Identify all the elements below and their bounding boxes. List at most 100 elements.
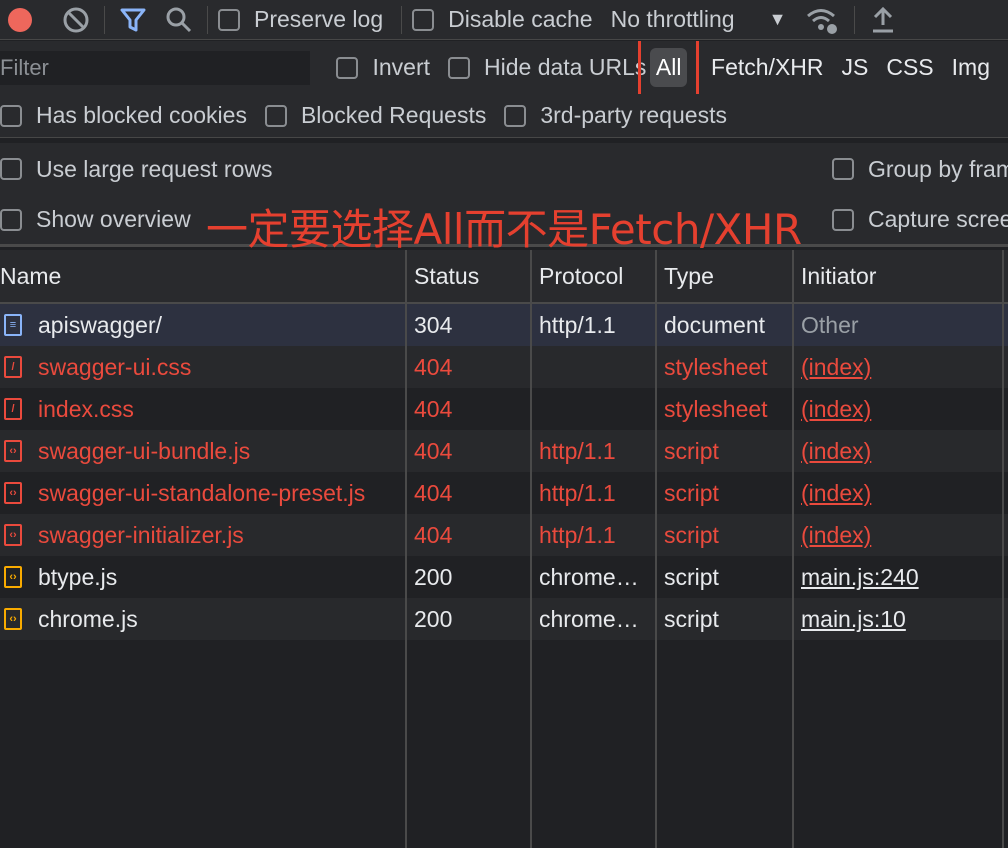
third-party-requests-checkbox[interactable]: 3rd-party requests [504,102,727,129]
cell-status: 404 [414,437,453,464]
column-header-status[interactable]: Status [406,263,531,290]
type-filter-all[interactable]: All [638,41,700,94]
cell-initiator[interactable]: main.js:10 [793,598,1008,640]
toolbar-divider [854,5,856,34]
initiator-link[interactable]: main.js:240 [801,564,919,591]
table-row[interactable]: ‹› swagger-ui-standalone-preset.js 404 http… [0,472,1008,514]
cell-type: stylesheet [664,395,768,422]
cell-initiator[interactable]: (index) [793,472,1008,514]
capture-screenshots-label: Capture screenshots [868,206,1008,232]
large-request-rows-checkbox[interactable]: Use large request rows [0,156,273,183]
show-overview-checkbox[interactable]: Show overview [0,206,191,233]
initiator-link[interactable]: (index) [801,438,871,465]
chevron-down-icon: ▼ [768,9,787,29]
checkbox-box[interactable] [448,56,470,79]
cell-initiator[interactable]: (index) [793,388,1008,430]
cell-name[interactable]: ‹› swagger-ui-bundle.js [0,430,406,472]
table-row[interactable]: / index.css 404 stylesheet (index) [0,388,1008,430]
initiator-link[interactable]: (index) [801,522,871,549]
network-conditions-icon[interactable] [804,2,840,38]
request-table: Name Status Protocol Type Initiator ≡ api… [0,250,1008,848]
cell-protocol: chrome… [539,605,639,632]
capture-screenshots-checkbox[interactable]: Capture screenshots [832,206,1008,233]
type-filter-img[interactable]: Img [952,54,990,81]
table-row[interactable]: / swagger-ui.css 404 stylesheet (index) [0,346,1008,388]
initiator-link[interactable]: (index) [801,354,871,381]
cell-type: document [664,311,766,338]
cell-status: 200 [414,563,453,590]
cell-initiator[interactable]: (index) [793,514,1008,556]
cell-name[interactable]: ≡ apiswagger/ [0,304,406,346]
invert-checkbox[interactable]: Invert [336,54,430,81]
checkbox-box[interactable] [264,104,287,127]
cell-status: 404 [414,353,453,380]
table-row[interactable]: ‹› swagger-initializer.js 404 http/1.1 scrip… [0,514,1008,556]
initiator-link[interactable]: (index) [801,396,871,423]
clear-icon[interactable] [58,2,94,38]
import-har-icon[interactable] [865,2,901,38]
filter-icon[interactable] [115,2,151,38]
checkbox-box[interactable] [832,208,854,231]
cell-initiator[interactable]: main.js:240 [793,556,1008,598]
blocked-requests-checkbox[interactable]: Blocked Requests [264,102,486,129]
table-row[interactable]: ‹› chrome.js 200 chrome… script main.js:10 [0,598,1008,640]
column-header-name[interactable]: Name [0,263,406,290]
cell-name[interactable]: ‹› btype.js [0,556,406,598]
disable-cache-label: Disable cache [448,6,593,32]
cell-initiator[interactable]: (index) [793,430,1008,472]
group-by-frame-checkbox[interactable]: Group by frame [832,156,1008,183]
checkbox-box[interactable] [832,158,854,180]
type-filter-css[interactable]: CSS [886,54,933,81]
cell-name[interactable]: ‹› swagger-initializer.js [0,514,406,556]
request-options-bar: Has blocked cookies Blocked Requests 3rd… [0,94,1008,138]
has-blocked-cookies-checkbox[interactable]: Has blocked cookies [0,102,247,129]
table-row[interactable]: ≡ apiswagger/304 http/1.1 document Other [0,304,1008,346]
table-row[interactable]: ‹› btype.js 200 chrome… script main.js:240 [0,556,1008,598]
cell-status: 404 [414,395,453,422]
column-header-initiator[interactable]: Initiator [793,263,1008,290]
toolbar-divider [401,5,403,34]
table-row[interactable]: ‹› swagger-ui-bundle.js 404 http/1.1 script (… [0,430,1008,472]
checkbox-box[interactable] [336,56,359,79]
cell-name[interactable]: ‹› swagger-ui-standalone-preset.js [0,472,406,514]
cell-initiator[interactable]: Other [793,304,1008,346]
filter-bar: Invert Hide data URLs All Fetch/XHR JS C… [0,41,1008,94]
checkbox-box[interactable] [0,158,22,180]
checkbox-box[interactable] [504,104,527,127]
cell-type: stylesheet [664,353,768,380]
initiator-link[interactable]: main.js:10 [801,606,906,633]
search-icon[interactable] [161,2,197,38]
initiator-link: Other [801,311,859,338]
preserve-log-checkbox[interactable]: Preserve log [218,6,383,33]
cell-name[interactable]: ‹› chrome.js [0,598,406,640]
disable-cache-checkbox[interactable]: Disable cache [412,6,593,33]
preserve-log-label: Preserve log [254,6,384,32]
column-header-protocol[interactable]: Protocol [531,263,656,290]
request-name: chrome.js [38,605,138,632]
column-header-type[interactable]: Type [656,263,793,290]
type-filter-all-label: All [649,48,688,87]
cell-name[interactable]: / index.css [0,388,406,430]
checkbox-box[interactable] [0,208,22,231]
checkbox-box[interactable] [218,8,240,31]
cell-initiator[interactable]: (index) [793,346,1008,388]
type-filter-js[interactable]: JS [842,54,869,81]
cell-type: script [664,479,719,506]
script-icon: ‹› [4,482,22,504]
cell-status: 200 [414,605,453,632]
throttling-value: No throttling [610,6,735,32]
hide-data-urls-checkbox[interactable]: Hide data URLs [448,54,646,81]
cell-status: 304 [414,311,453,338]
toolbar-divider [207,5,208,34]
request-name: apiswagger/ [38,311,163,338]
checkbox-box[interactable] [0,104,22,127]
type-filter-fetch-xhr[interactable]: Fetch/XHR [711,54,823,81]
cell-type: script [664,521,719,548]
cell-status: 404 [414,521,453,548]
filter-input[interactable] [0,50,311,85]
cell-name[interactable]: / swagger-ui.css [0,346,406,388]
initiator-link[interactable]: (index) [801,480,871,507]
throttling-select[interactable]: No throttling ▼ [611,6,787,33]
checkbox-box[interactable] [412,8,435,31]
record-icon[interactable] [2,2,38,38]
